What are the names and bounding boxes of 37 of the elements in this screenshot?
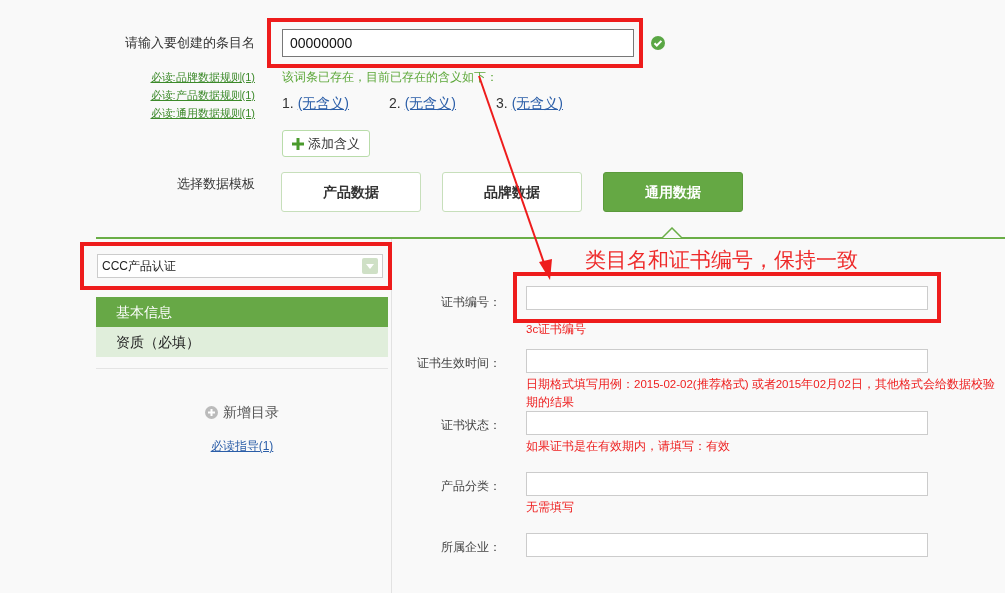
- field-hint: 如果证书是在有效期内，请填写：有效: [526, 439, 731, 454]
- plus-circle-icon: [205, 406, 218, 419]
- field-hint: 日期格式填写用例：2015-02-02(推荐格式) 或者2015年02月02日，其他格式会给数据校验: [526, 377, 995, 392]
- field-input[interactable]: [526, 285, 928, 310]
- annotation-text: 类目名和证书编号，保持一致: [585, 247, 858, 274]
- meaning-link[interactable]: (无含义): [511, 93, 563, 114]
- field-label: 证书编号：: [440, 294, 501, 311]
- field-input[interactable]: [526, 472, 928, 496]
- template-tab[interactable]: 产品数据: [281, 172, 421, 212]
- meaning-index: 1.: [282, 94, 294, 113]
- field-label: 产品分类：: [440, 478, 501, 495]
- category-select[interactable]: CCC产品认证: [97, 254, 383, 278]
- field-input[interactable]: [526, 349, 928, 373]
- meaning-index: 3.: [496, 94, 508, 113]
- field-input[interactable]: [526, 411, 928, 435]
- field-hint: 3c证书编号: [526, 322, 588, 337]
- sidebar-item[interactable]: 资质（必填）: [96, 327, 388, 357]
- guide-link[interactable]: 必读指导(1): [210, 437, 274, 455]
- meaning-link[interactable]: (无含义): [297, 93, 349, 114]
- add-directory-button[interactable]: 新增目录: [205, 402, 279, 423]
- rule-link[interactable]: 必读:通用数据规则(1): [150, 105, 255, 121]
- entry-label: 请输入要创建的条目名: [124, 34, 255, 53]
- meaning-index: 2.: [389, 94, 401, 113]
- plus-icon: [292, 137, 304, 150]
- entry-input[interactable]: 00000000: [282, 29, 634, 57]
- field-hint: 期的结果: [526, 395, 575, 410]
- rule-link[interactable]: 必读:产品数据规则(1): [150, 87, 255, 103]
- add-meaning-button[interactable]: 添加含义: [282, 130, 370, 157]
- field-hint: 无需填写: [526, 500, 575, 515]
- rule-link[interactable]: 必读:品牌数据规则(1): [150, 69, 255, 85]
- field-input[interactable]: [526, 533, 928, 557]
- field-label: 证书状态：: [440, 417, 501, 434]
- dropdown-icon: [362, 258, 378, 274]
- template-label: 选择数据模板: [176, 175, 255, 193]
- field-label: 证书生效时间：: [416, 355, 501, 372]
- field-label: 所属企业：: [440, 539, 501, 556]
- meaning-link[interactable]: (无含义): [404, 93, 456, 114]
